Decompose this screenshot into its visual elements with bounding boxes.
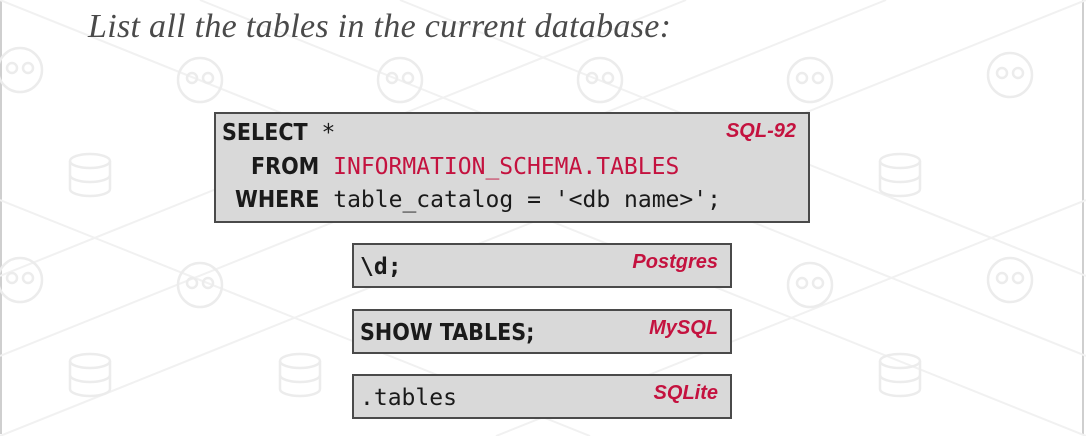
code-block-sqlite: SQLite .tables bbox=[352, 374, 732, 419]
slide-title: List all the tables in the current datab… bbox=[88, 8, 672, 45]
code-block-mysql: MySQL SHOW TABLES; bbox=[352, 309, 732, 354]
code-text: table_catalog = '<db name>'; bbox=[319, 187, 721, 213]
sql-keyword: SELECT bbox=[222, 120, 308, 146]
sql-keyword: FROM bbox=[251, 154, 320, 180]
code-text-highlight: INFORMATION_SCHEMA.TABLES bbox=[333, 154, 680, 180]
code-line: \d; bbox=[360, 254, 402, 280]
dialect-label: SQLite bbox=[653, 382, 718, 404]
dialect-label: SQL-92 bbox=[725, 120, 796, 142]
code-line-where: WHERE table_catalog = '<db name>'; bbox=[235, 187, 721, 213]
code-line-select: SELECT * bbox=[222, 120, 335, 146]
code-block-postgres: Postgres \d; bbox=[352, 243, 732, 288]
code-line-from: FROM INFORMATION_SCHEMA.TABLES bbox=[251, 154, 679, 180]
code-line: SHOW TABLES; bbox=[360, 320, 535, 346]
dialect-label: Postgres bbox=[632, 251, 718, 273]
dialect-label: MySQL bbox=[649, 317, 718, 339]
code-block-sql92: SQL-92 SELECT * FROM INFORMATION_SCHEMA.… bbox=[214, 112, 810, 223]
code-text: * bbox=[307, 120, 336, 146]
code-line: .tables bbox=[360, 385, 457, 411]
sql-keyword: WHERE bbox=[235, 187, 320, 213]
